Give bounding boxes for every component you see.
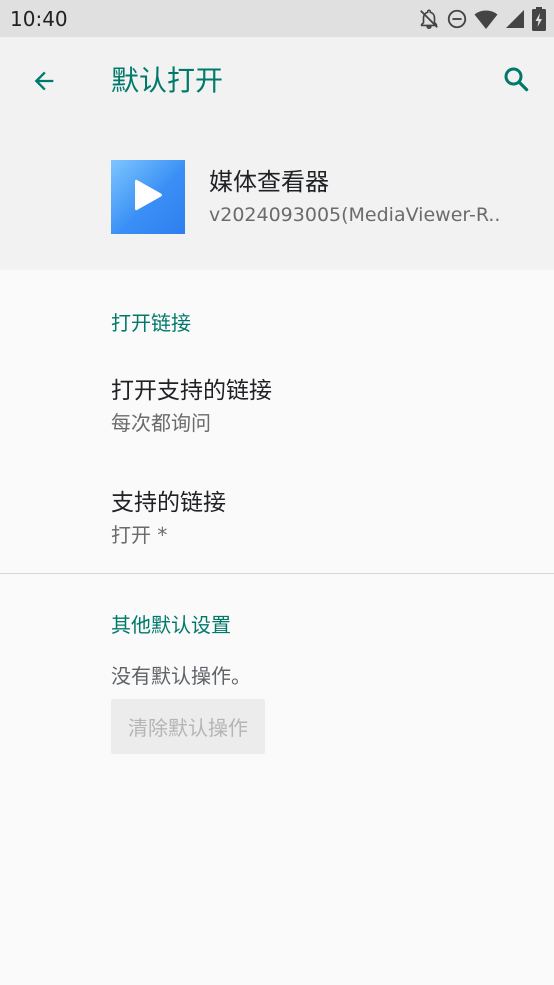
status-time: 10:40: [10, 7, 68, 31]
app-icon: [111, 160, 185, 234]
signal-icon: [504, 8, 526, 30]
media-play-icon: [131, 176, 165, 218]
page-title: 默认打开: [111, 64, 224, 97]
section-title-open-links: 打开链接: [111, 311, 191, 335]
arrow-back-icon: [30, 67, 58, 99]
app-name: 媒体查看器: [209, 168, 329, 196]
wifi-icon: [474, 8, 498, 30]
pref-supported-links[interactable]: 支持的链接 打开 *: [0, 487, 554, 567]
search-button[interactable]: [492, 57, 540, 105]
do-not-disturb-icon: [446, 8, 468, 30]
notifications-off-icon: [418, 8, 440, 30]
status-icons: [418, 6, 546, 32]
search-icon: [501, 64, 531, 98]
back-button[interactable]: [20, 59, 68, 107]
app-header: 默认打开 媒体查看器 v2024093005(MediaViewer-R..: [0, 37, 554, 270]
battery-charging-icon: [532, 7, 546, 31]
pref-summary: 打开 *: [111, 523, 168, 547]
no-defaults-message: 没有默认操作。: [111, 664, 251, 688]
section-title-other-defaults: 其他默认设置: [111, 613, 231, 637]
pref-title: 打开支持的链接: [111, 378, 272, 404]
clear-defaults-button[interactable]: 清除默认操作: [111, 699, 265, 754]
pref-summary: 每次都询问: [111, 411, 211, 435]
pref-title: 支持的链接: [111, 490, 226, 516]
section-divider: [0, 573, 554, 574]
status-bar: 10:40: [0, 0, 554, 37]
app-version: v2024093005(MediaViewer-R..: [209, 204, 501, 226]
pref-open-supported-links[interactable]: 打开支持的链接 每次都询问: [0, 375, 554, 455]
